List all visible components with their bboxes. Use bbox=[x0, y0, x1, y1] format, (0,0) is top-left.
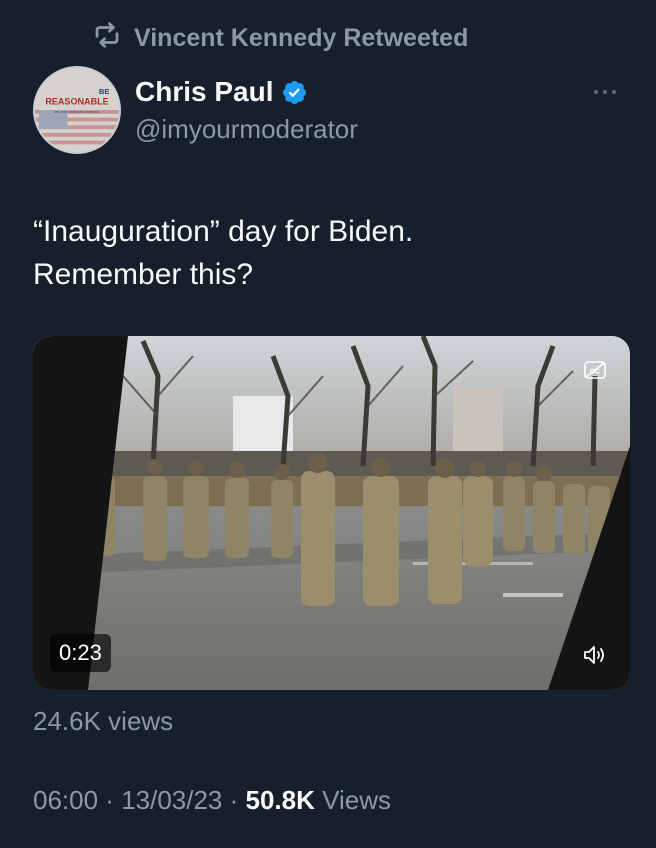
tweet-text: “Inauguration” day for Biden. Remember t… bbox=[33, 210, 623, 296]
display-name[interactable]: Chris Paul bbox=[135, 76, 273, 108]
author-block: Chris Paul @imyourmoderator bbox=[135, 76, 358, 145]
video-thumbnail bbox=[33, 336, 630, 690]
more-options-icon[interactable] bbox=[594, 86, 624, 98]
verified-badge-icon bbox=[281, 79, 308, 106]
tweet-date[interactable]: 13/03/23 bbox=[121, 785, 222, 815]
retweet-label: Vincent Kennedy Retweeted bbox=[134, 24, 469, 52]
retweet-indicator[interactable]: Vincent Kennedy Retweeted bbox=[92, 20, 468, 57]
video-duration: 0:23 bbox=[50, 634, 111, 672]
avatar-text-be: BE bbox=[99, 87, 110, 96]
video-view-count: 24.6K views bbox=[33, 706, 174, 736]
closed-captions-icon[interactable]: CC bbox=[584, 361, 606, 379]
video-player[interactable]: CC 0:23 bbox=[33, 336, 630, 690]
views-count[interactable]: 50.8K bbox=[246, 785, 315, 815]
tweet-text-line: “Inauguration” day for Biden. bbox=[33, 215, 414, 248]
avatar[interactable]: BE REASONABLE WITH YOUR MODERATOR CHRIS … bbox=[33, 66, 121, 154]
volume-icon[interactable] bbox=[582, 644, 606, 666]
tweet-time[interactable]: 06:00 bbox=[33, 785, 98, 815]
tweet-metadata: 06:00 · 13/03/23 · 50.8K Views bbox=[33, 785, 391, 816]
user-handle[interactable]: @imyourmoderator bbox=[135, 114, 358, 145]
separator: · bbox=[98, 785, 122, 815]
avatar-text-reasonable: REASONABLE bbox=[45, 96, 108, 106]
retweet-icon bbox=[92, 20, 122, 57]
separator: · bbox=[222, 785, 246, 815]
tweet-text-line: Remember this? bbox=[33, 258, 254, 291]
views-label: Views bbox=[314, 785, 392, 815]
tweet-page: Vincent Kennedy Retweeted BE REASONABLE … bbox=[0, 0, 656, 848]
avatar-text-subtitle: WITH YOUR MODERATOR CHRIS PAUL bbox=[54, 111, 101, 114]
